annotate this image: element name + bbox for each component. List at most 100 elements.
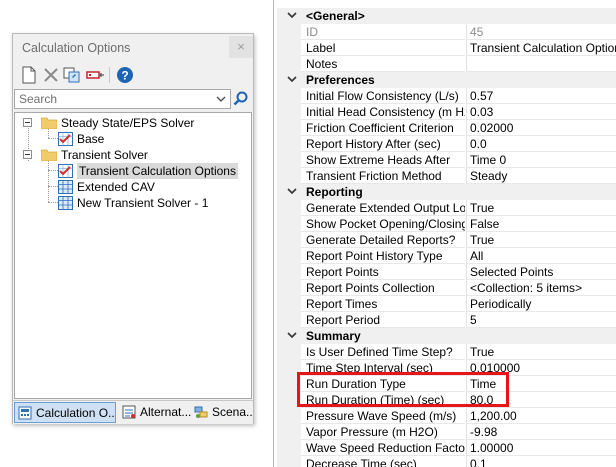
property-value[interactable]: Steady <box>466 168 616 184</box>
property-value[interactable]: 0.03 <box>466 104 616 120</box>
category-summary[interactable]: Summary <box>277 328 616 344</box>
property-row[interactable]: Initial Head Consistency (m H2O)0.03 <box>277 104 616 120</box>
property-row-notes[interactable]: Notes <box>277 56 616 72</box>
property-row-run-duration-type[interactable]: Run Duration Type Time <box>277 376 616 392</box>
property-row[interactable]: Report Point History Type All <box>277 248 616 264</box>
property-row[interactable]: Friction Coefficient Criterion 0.02000 <box>277 120 616 136</box>
property-row-id[interactable]: ID 45 <box>277 24 616 40</box>
property-name: Report Point History Type <box>301 248 465 264</box>
category-title: Summary <box>306 329 361 343</box>
category-general[interactable]: <General> <box>277 8 616 24</box>
property-value[interactable]: Time <box>466 376 616 392</box>
property-value[interactable]: 0.02000 <box>466 120 616 136</box>
property-row[interactable]: Transient Friction Method Steady <box>277 168 616 184</box>
property-value[interactable]: 0.010000 <box>466 360 616 376</box>
property-value[interactable]: 1,200.00 <box>466 408 616 424</box>
tree-item-extended-cav[interactable]: Extended CAV <box>58 179 238 195</box>
tree-item-transient-calculation-options[interactable]: Transient Calculation Options <box>58 163 248 179</box>
property-row[interactable]: Initial Flow Consistency (L/s) 0.57 <box>277 88 616 104</box>
property-row[interactable]: Report Times Periodically <box>277 296 616 312</box>
search-input[interactable] <box>15 90 205 108</box>
property-value[interactable]: Time 0 <box>466 152 616 168</box>
help-icon[interactable]: ? <box>115 65 135 85</box>
property-value[interactable]: 5 <box>466 312 616 328</box>
property-row[interactable]: Show Extreme Heads After Time 0 <box>277 152 616 168</box>
tree-item-label: Steady State/EPS Solver <box>61 116 195 130</box>
tree-item-new-transient-solver[interactable]: New Transient Solver - 1 <box>58 195 243 211</box>
search-icon[interactable] <box>232 90 250 108</box>
property-row[interactable]: Generate Extended Output Log? True <box>277 200 616 216</box>
property-value[interactable]: <Collection: 5 items> <box>466 280 616 296</box>
calculate-icon[interactable] <box>85 65 105 85</box>
row-gutter <box>277 312 301 328</box>
property-row[interactable]: Report Points Selected Points <box>277 264 616 280</box>
scenarios-icon <box>194 406 208 418</box>
property-row[interactable]: Report History After (sec) 0.0 <box>277 136 616 152</box>
property-row[interactable]: Show Pocket Opening/Closing? False <box>277 216 616 232</box>
property-row-run-duration-time[interactable]: Run Duration (Time) (sec) 80.0 <box>277 392 616 408</box>
tab-alternatives[interactable]: Alternat... <box>119 402 191 423</box>
property-row[interactable]: Time Step Interval (sec) 0.010000 <box>277 360 616 376</box>
property-value[interactable]: True <box>466 200 616 216</box>
property-row[interactable]: Report Points Collection <Collection: 5 i… <box>277 280 616 296</box>
property-name: ID <box>301 24 465 40</box>
collapse-toggle-icon[interactable] <box>23 150 32 159</box>
tree-connector <box>48 202 58 203</box>
property-row[interactable]: Report Period 5 <box>277 312 616 328</box>
tree-item-label: Transient Solver <box>61 148 148 162</box>
property-value[interactable]: 0.57 <box>466 88 616 104</box>
property-row[interactable]: Decrease Time (sec) 0.1 <box>277 456 616 467</box>
property-value[interactable]: True <box>466 344 616 360</box>
property-value[interactable]: 80.0 <box>466 392 616 408</box>
collapse-toggle-icon[interactable] <box>23 118 32 127</box>
property-value[interactable]: 1.00000 <box>466 440 616 456</box>
property-value[interactable]: Periodically <box>466 296 616 312</box>
property-row[interactable]: Is User Defined Time Step? True <box>277 344 616 360</box>
new-icon[interactable] <box>19 65 39 85</box>
property-value[interactable]: 0.0 <box>466 136 616 152</box>
tree-item-steady-state-solver[interactable]: Steady State/EPS Solver <box>23 115 243 131</box>
rename-icon[interactable] <box>62 65 82 85</box>
property-value[interactable]: All <box>466 248 616 264</box>
chevron-down-icon[interactable] <box>287 332 297 340</box>
property-row[interactable]: Pressure Wave Speed (m/s) 1,200.00 <box>277 408 616 424</box>
property-value[interactable]: False <box>466 216 616 232</box>
property-row[interactable]: Vapor Pressure (m H2O) -9.98 <box>277 424 616 440</box>
row-gutter <box>277 360 301 376</box>
chevron-down-icon[interactable] <box>287 12 297 20</box>
property-value[interactable]: -9.98 <box>466 424 616 440</box>
category-reporting[interactable]: Reporting <box>277 184 616 200</box>
panel-bottom-tabs: Calculation O... Alternat... Scena... <box>13 400 253 424</box>
property-value[interactable]: Selected Points <box>466 264 616 280</box>
checked-grid-icon <box>58 164 73 178</box>
row-gutter <box>277 376 301 392</box>
pane-splitter[interactable] <box>273 0 274 467</box>
category-preferences[interactable]: Preferences <box>277 72 616 88</box>
property-row[interactable]: Generate Detailed Reports? True <box>277 232 616 248</box>
property-value: 45 <box>466 24 616 40</box>
tab-label: Calculation O... <box>36 406 116 420</box>
tab-scenarios[interactable]: Scena... <box>191 402 253 423</box>
property-value[interactable]: True <box>466 232 616 248</box>
row-gutter <box>277 280 301 296</box>
chevron-down-icon[interactable] <box>287 188 297 196</box>
property-row-label[interactable]: Label Transient Calculation Options <box>277 40 616 56</box>
chevron-down-icon[interactable] <box>287 76 297 84</box>
tab-calculation-options[interactable]: Calculation O... <box>14 402 116 423</box>
row-gutter <box>277 248 301 264</box>
property-value[interactable] <box>466 56 616 72</box>
delete-icon[interactable] <box>41 65 61 85</box>
property-name: Initial Head Consistency (m H2O) <box>301 104 465 120</box>
chevron-down-icon[interactable] <box>215 93 227 105</box>
tree-item-base[interactable]: Base <box>58 131 238 147</box>
property-name: Friction Coefficient Criterion <box>301 120 465 136</box>
tree-item-transient-solver[interactable]: Transient Solver <box>23 147 243 163</box>
property-name: Run Duration Type <box>301 376 465 392</box>
property-row[interactable]: Wave Speed Reduction Factor 1.00000 <box>277 440 616 456</box>
property-value[interactable]: Transient Calculation Options <box>466 40 616 56</box>
row-gutter <box>277 392 301 408</box>
close-icon[interactable]: × <box>229 36 253 58</box>
property-value[interactable]: 0.1 <box>466 456 616 467</box>
property-name: Report Period <box>301 312 465 328</box>
tree-connector <box>48 186 58 187</box>
